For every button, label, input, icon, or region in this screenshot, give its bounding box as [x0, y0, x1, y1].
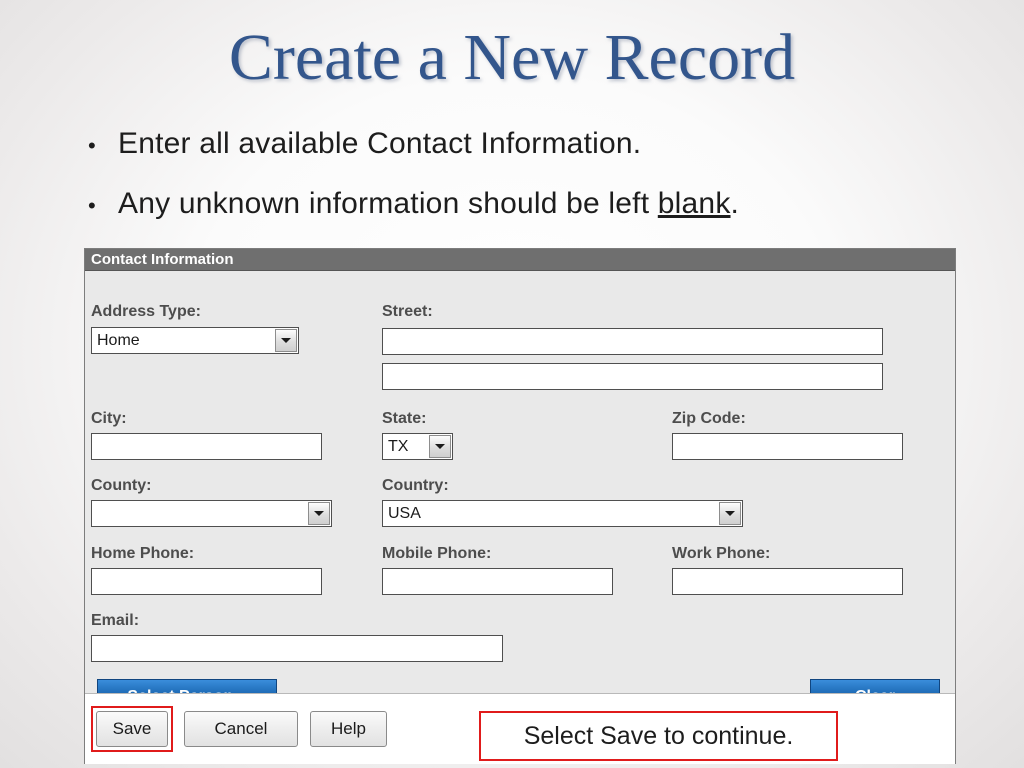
bullet-text: Enter all available Contact Information.: [118, 123, 641, 165]
label-zip-code: Zip Code:: [672, 410, 746, 427]
email-input[interactable]: [91, 635, 503, 662]
label-home-phone: Home Phone:: [91, 545, 195, 562]
street-line2-input[interactable]: [382, 363, 883, 390]
slide: Create a New Record • Enter all availabl…: [0, 0, 1024, 768]
list-item: • Any unknown information should be left…: [88, 183, 978, 227]
address-type-select[interactable]: Home: [91, 327, 299, 354]
state-value: TX: [388, 437, 409, 455]
country-select[interactable]: USA: [382, 500, 743, 527]
label-country: Country:: [382, 477, 449, 494]
save-highlight-box: [91, 706, 173, 752]
help-button[interactable]: Help: [310, 711, 387, 747]
list-item: • Enter all available Contact Informatio…: [88, 123, 978, 167]
chevron-down-icon[interactable]: [308, 502, 330, 525]
country-value: USA: [388, 504, 421, 522]
bullet-text-pre: Any unknown information should be left: [118, 187, 658, 220]
chevron-down-icon[interactable]: [719, 502, 741, 525]
bullet-text-post: .: [730, 187, 740, 220]
bullet-text-pre: Enter all available Contact Information.: [118, 127, 642, 160]
callout-select-save: Select Save to continue.: [479, 711, 838, 761]
label-address-type: Address Type:: [91, 303, 201, 320]
state-select[interactable]: TX: [382, 433, 453, 460]
label-county: County:: [91, 477, 152, 494]
chevron-down-icon[interactable]: [429, 435, 451, 458]
zip-code-input[interactable]: [672, 433, 903, 460]
label-city: City:: [91, 410, 127, 427]
home-phone-input[interactable]: [91, 568, 322, 595]
label-mobile-phone: Mobile Phone:: [382, 545, 492, 562]
bullet-text-underline: blank: [657, 187, 731, 220]
page-title: Create a New Record: [228, 21, 796, 94]
bullet-text: Any unknown information should be left b…: [118, 183, 739, 225]
chevron-down-icon[interactable]: [275, 329, 297, 352]
label-work-phone: Work Phone:: [672, 545, 771, 562]
label-street: Street:: [382, 303, 433, 320]
street-line1-input[interactable]: [382, 328, 883, 355]
city-input[interactable]: [91, 433, 322, 460]
label-state: State:: [382, 410, 427, 427]
bullet-dot-icon: •: [88, 133, 96, 158]
contact-information-form: Contact Information Address Type: Home S…: [84, 248, 956, 764]
work-phone-input[interactable]: [672, 568, 903, 595]
county-select[interactable]: [91, 500, 332, 527]
bullet-list: • Enter all available Contact Informatio…: [88, 123, 978, 243]
mobile-phone-input[interactable]: [382, 568, 613, 595]
cancel-button[interactable]: Cancel: [184, 711, 298, 747]
label-email: Email:: [91, 612, 140, 629]
form-body: Address Type: Home Street: City: State: …: [85, 271, 955, 714]
form-header-title: Contact Information: [85, 249, 955, 271]
address-type-value: Home: [97, 331, 140, 349]
bullet-dot-icon: •: [88, 193, 96, 218]
